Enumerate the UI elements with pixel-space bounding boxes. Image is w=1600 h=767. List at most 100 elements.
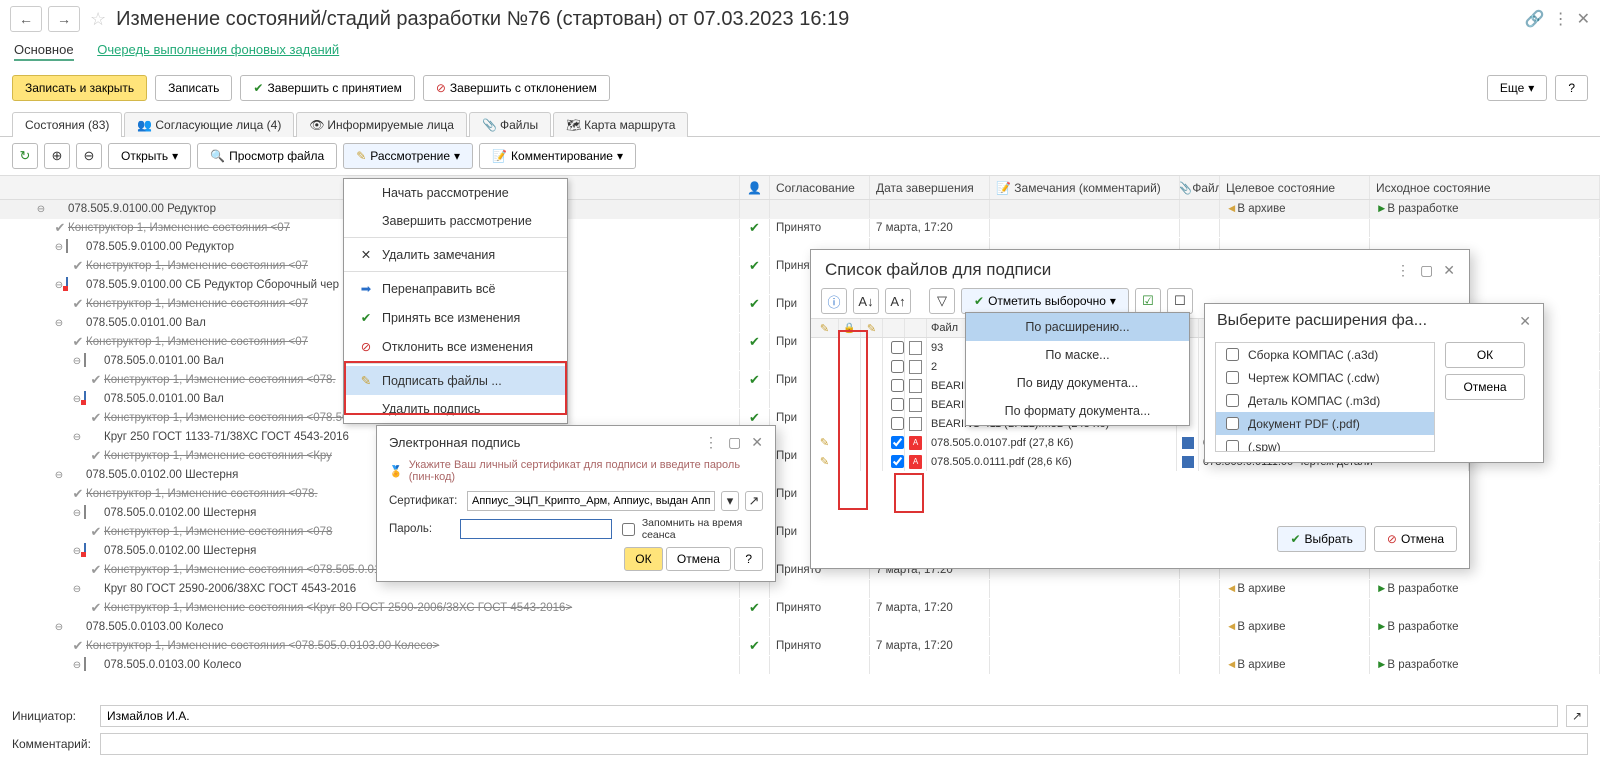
table-row[interactable]: ✔Конструктор 1, Изменение состояния <07✔… (0, 219, 1600, 238)
ext-item[interactable]: Документ PDF (.pdf) (1216, 412, 1434, 435)
file-checkbox[interactable] (891, 341, 904, 354)
info-button[interactable]: ⓘ (821, 288, 847, 314)
sig-help-button[interactable]: ? (734, 547, 763, 571)
ext-checkbox[interactable] (1226, 394, 1239, 407)
close-icon[interactable]: ✕ (1519, 313, 1531, 330)
password-input[interactable] (460, 519, 612, 539)
close-icon[interactable]: ✕ (1577, 9, 1590, 29)
table-row[interactable]: ⊖Круг 80 ГОСТ 2590-2006/38ХС ГОСТ 4543-2… (0, 580, 1600, 599)
tree-toggle[interactable]: ⊖ (70, 356, 84, 367)
file-checkbox[interactable] (891, 398, 904, 411)
ext-item[interactable]: (.spw) (1216, 435, 1434, 452)
finish-accept-button[interactable]: ✔Завершить с принятием (240, 75, 414, 101)
expand-button[interactable]: ⊕ (44, 143, 70, 169)
open-button[interactable]: Открыть ▾ (108, 143, 191, 169)
sig-cancel-button[interactable]: Отмена (666, 547, 731, 571)
menu-delete-notes[interactable]: ✕Удалить замечания (344, 240, 567, 269)
sort-az-button[interactable]: A↓ (853, 288, 879, 314)
cert-open-button[interactable]: ↗ (745, 491, 763, 511)
ext-checkbox[interactable] (1226, 417, 1239, 430)
mark-by-format[interactable]: По формату документа... (966, 397, 1189, 425)
initiator-open-button[interactable]: ↗ (1566, 705, 1588, 727)
remember-checkbox[interactable] (622, 523, 635, 536)
table-row[interactable]: ⊖078.505.0.0103.00 Колесо◄ В архиве► В р… (0, 656, 1600, 675)
review-dropdown-button[interactable]: Рассмотрение ▾ (343, 143, 473, 169)
preview-file-button[interactable]: 🔍Просмотр файла (197, 143, 337, 169)
file-checkbox[interactable] (891, 455, 904, 468)
ext-cancel-button[interactable]: Отмена (1445, 374, 1525, 400)
tab-files[interactable]: 📎Файлы (469, 112, 551, 137)
ext-checkbox[interactable] (1226, 348, 1239, 361)
mark-by-doctype[interactable]: По виду документа... (966, 369, 1189, 397)
cert-input[interactable] (467, 491, 715, 511)
table-row[interactable]: ⊖078.505.9.0100.00 Редуктор◄ В архиве► В… (0, 200, 1600, 219)
check-all-button[interactable]: ☑ (1135, 288, 1161, 314)
tab-informed[interactable]: 👁Информируемые лица (296, 112, 467, 137)
menu-delete-signature[interactable]: Удалить подпись (344, 395, 567, 423)
more-vertical-icon[interactable]: ⋮ (1396, 262, 1410, 279)
tree-toggle[interactable]: ⊖ (52, 318, 66, 329)
menu-accept-all[interactable]: ✔Принять все изменения (344, 303, 567, 332)
tree-toggle[interactable]: ⊖ (70, 584, 84, 595)
mark-by-mask[interactable]: По маске... (966, 341, 1189, 369)
comment-input[interactable] (100, 733, 1588, 755)
table-row[interactable]: ⊖078.505.0.0103.00 Колесо◄ В архиве► В р… (0, 618, 1600, 637)
mark-by-extension[interactable]: По расширению... (966, 313, 1189, 341)
menu-finish-review[interactable]: Завершить рассмотрение (344, 207, 567, 235)
tab-route[interactable]: 🗺Карта маршрута (553, 112, 688, 137)
maximize-icon[interactable]: ▢ (728, 434, 741, 451)
finish-reject-button[interactable]: ⊘Завершить с отклонением (423, 75, 610, 101)
files-cancel-button[interactable]: ⊘ Отмена (1374, 526, 1457, 552)
breadcrumb-main[interactable]: Основное (14, 42, 74, 61)
tree-toggle[interactable]: ⊖ (34, 204, 48, 215)
maximize-icon[interactable]: ▢ (1420, 262, 1433, 279)
table-row[interactable]: ✔Конструктор 1, Изменение состояния <078… (0, 637, 1600, 656)
ext-item[interactable]: Деталь КОМПАС (.m3d) (1216, 389, 1434, 412)
tab-approvers[interactable]: 👥Согласующие лица (4) (124, 112, 294, 137)
table-row[interactable]: ✔Конструктор 1, Изменение состояния <Кру… (0, 599, 1600, 618)
sort-za-button[interactable]: A↑ (885, 288, 911, 314)
file-checkbox[interactable] (891, 360, 904, 373)
tree-toggle[interactable]: ⊖ (70, 660, 84, 671)
menu-start-review[interactable]: Начать рассмотрение (344, 179, 567, 207)
more-vertical-icon[interactable]: ⋮ (704, 434, 718, 451)
files-select-button[interactable]: ✔ Выбрать (1277, 526, 1365, 552)
ext-item[interactable]: Чертеж КОМПАС (.cdw) (1216, 366, 1434, 389)
nav-forward-button[interactable]: → (48, 6, 80, 32)
tree-toggle[interactable]: ⊖ (52, 622, 66, 633)
close-icon[interactable]: ✕ (751, 434, 763, 451)
menu-reject-all[interactable]: ⊘Отклонить все изменения (344, 332, 567, 361)
collapse-button[interactable]: ⊖ (76, 143, 102, 169)
extensions-list[interactable]: Сборка КОМПАС (.a3d)Чертеж КОМПАС (.cdw)… (1215, 342, 1435, 452)
sig-ok-button[interactable]: ОК (624, 547, 662, 571)
ext-ok-button[interactable]: ОК (1445, 342, 1525, 368)
tree-toggle[interactable]: ⊖ (70, 508, 84, 519)
filter-button[interactable]: ▽ (929, 288, 955, 314)
file-checkbox[interactable] (891, 379, 904, 392)
cert-dropdown-button[interactable]: ▾ (721, 491, 739, 511)
breadcrumb-queue-link[interactable]: Очередь выполнения фоновых заданий (97, 42, 339, 57)
nav-back-button[interactable]: ← (10, 6, 42, 32)
refresh-button[interactable]: ↻ (12, 143, 38, 169)
ext-checkbox[interactable] (1226, 371, 1239, 384)
link-icon[interactable]: 🔗 (1525, 9, 1545, 29)
menu-forward-all[interactable]: ➡Перенаправить всё (344, 274, 567, 303)
more-vertical-icon[interactable]: ⋮ (1553, 9, 1569, 29)
tab-states[interactable]: Состояния (83) (12, 112, 122, 137)
tree-toggle[interactable]: ⊖ (52, 470, 66, 481)
uncheck-all-button[interactable]: ☐ (1167, 288, 1193, 314)
help-button[interactable]: ? (1555, 75, 1588, 101)
file-checkbox[interactable] (891, 417, 904, 430)
menu-sign-files[interactable]: Подписать файлы ... (344, 366, 567, 395)
ext-item[interactable]: Сборка КОМПАС (.a3d) (1216, 343, 1434, 366)
tree-toggle[interactable]: ⊖ (70, 432, 84, 443)
ext-checkbox[interactable] (1226, 440, 1239, 452)
favorite-star-icon[interactable]: ☆ (90, 9, 106, 30)
file-checkbox[interactable] (891, 436, 904, 449)
comment-dropdown-button[interactable]: 📝Комментирование ▾ (479, 143, 636, 169)
tree-toggle[interactable]: ⊖ (52, 242, 66, 253)
close-icon[interactable]: ✕ (1443, 262, 1455, 279)
initiator-input[interactable] (100, 705, 1558, 727)
mark-selective-button[interactable]: ✔Отметить выборочно ▾ (961, 288, 1129, 314)
save-and-close-button[interactable]: Записать и закрыть (12, 75, 147, 101)
